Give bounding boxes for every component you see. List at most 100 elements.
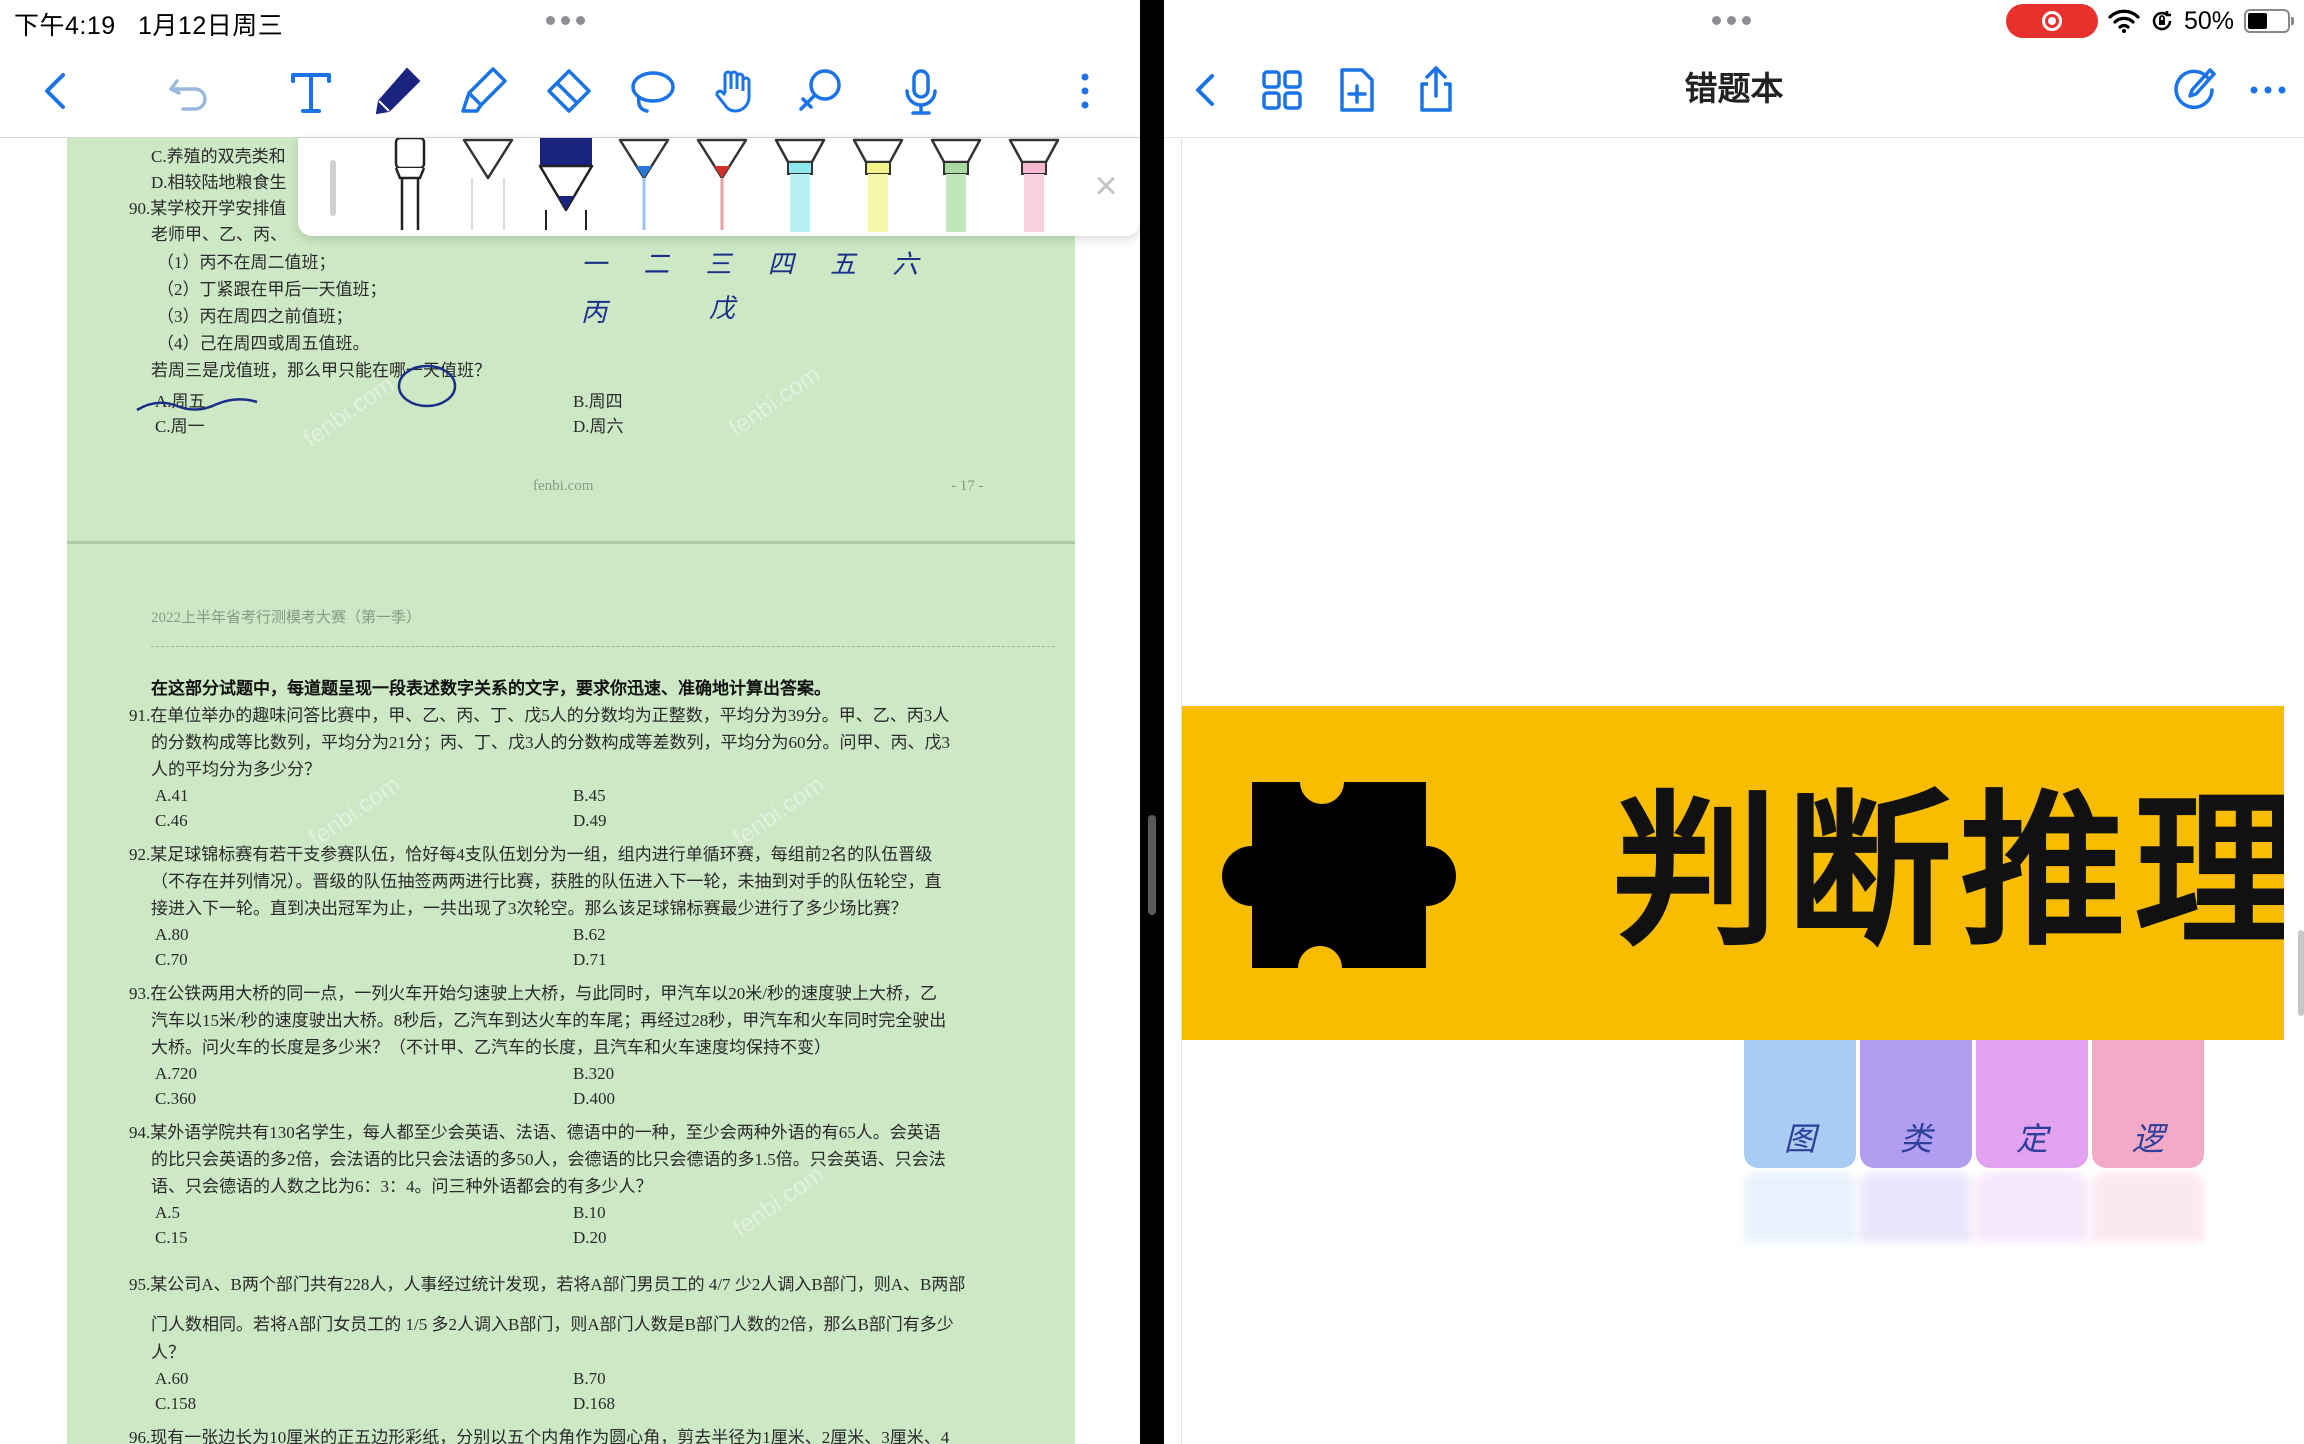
watermark: fenbi.com bbox=[728, 1160, 830, 1243]
tab-reflection bbox=[2092, 1172, 2204, 1242]
handwritten-note: 丙 bbox=[581, 298, 608, 328]
highlighter-icon[interactable] bbox=[450, 58, 516, 124]
divider-handle[interactable] bbox=[1148, 815, 1156, 915]
orientation-lock-icon bbox=[2152, 11, 2172, 31]
battery-icon bbox=[2244, 9, 2294, 33]
tab-dingyi[interactable]: 定 bbox=[1976, 1040, 2088, 1168]
shape-tool-icon[interactable] bbox=[786, 58, 852, 124]
option-c: C.46 bbox=[155, 811, 188, 830]
highlighter-cyan-icon[interactable] bbox=[772, 138, 828, 232]
header-rule bbox=[151, 646, 1055, 647]
option-a: A.720 bbox=[155, 1064, 198, 1083]
option-a: A.41 bbox=[155, 786, 189, 805]
close-icon[interactable]: × bbox=[1084, 164, 1128, 208]
question-line: （不存在并列情况）。晋级的队伍抽签两两进行比赛，获胜的队伍进入下一轮，未抽到对手… bbox=[151, 872, 942, 891]
scrollbar[interactable] bbox=[2298, 930, 2304, 1016]
tab-label: 逻 bbox=[2131, 1120, 2164, 1158]
tab-reflection bbox=[1860, 1172, 1972, 1242]
undo-icon[interactable] bbox=[156, 58, 222, 124]
option-b: B.320 bbox=[573, 1064, 615, 1083]
annotation-toolbar bbox=[0, 44, 1140, 138]
section-intro: 在这部分试题中，每道题呈现一段表述数字关系的文字，要求你迅速、准确地计算出答案。 bbox=[151, 679, 831, 698]
pen-fountain-icon[interactable] bbox=[382, 138, 438, 232]
eraser-icon[interactable] bbox=[534, 58, 600, 124]
palette-drag-handle[interactable] bbox=[330, 160, 336, 216]
question-line: 语、只会德语的人数之比为6：3：4。问三种外语都会的有多少人？ bbox=[151, 1177, 653, 1196]
notebook-navbar: 错题本 bbox=[1164, 44, 2304, 138]
pen-red-icon[interactable] bbox=[694, 138, 750, 232]
option-d: D.49 bbox=[573, 811, 607, 830]
handwritten-weekdays: 一 二 三 四 五 六 bbox=[581, 250, 933, 280]
microphone-icon[interactable] bbox=[888, 58, 954, 124]
tab-luoji[interactable]: 逻 bbox=[2092, 1040, 2204, 1168]
option-b: B.45 bbox=[573, 786, 606, 805]
question-line: 91.在单位举办的趣味问答比赛中，甲、乙、丙、丁、戊5人的分数均为正整数，平均分… bbox=[129, 706, 950, 725]
tab-leibi[interactable]: 类 bbox=[1860, 1040, 1972, 1168]
pencil-edit-icon[interactable] bbox=[2164, 60, 2224, 120]
option-d: D.20 bbox=[573, 1228, 607, 1247]
option-a: A.60 bbox=[155, 1369, 189, 1388]
q90-option-d: D.周六 bbox=[573, 417, 624, 436]
record-icon bbox=[2041, 11, 2062, 31]
banner-title: 判断推理 bbox=[1612, 776, 2284, 969]
lasso-icon[interactable] bbox=[618, 58, 684, 124]
q89-option-c: C.养殖的双壳类和 bbox=[151, 147, 286, 166]
text-tool-icon[interactable] bbox=[278, 58, 344, 124]
puzzle-piece-icon bbox=[1222, 782, 1456, 968]
split-view-divider[interactable] bbox=[1140, 0, 1164, 1444]
option-b: B.62 bbox=[573, 925, 606, 944]
option-b: B.10 bbox=[573, 1203, 606, 1222]
multitasking-handle[interactable] bbox=[1712, 16, 1751, 25]
option-c: C.360 bbox=[155, 1089, 197, 1108]
left-app-pane: 下午4:19 1月12日周三 C.养殖的双壳类和 D.相较陆地粮食生 90.某学… bbox=[0, 0, 1140, 1444]
pen-tool-icon[interactable] bbox=[364, 58, 430, 124]
section-banner: 判断推理 bbox=[1182, 706, 2284, 1040]
highlighter-green-icon[interactable] bbox=[928, 138, 984, 232]
question-line: 人？ bbox=[151, 1343, 185, 1362]
page-footer-number: - 17 - bbox=[951, 478, 984, 494]
option-c: C.158 bbox=[155, 1394, 197, 1413]
question-line: 的比只会英语的多2倍，会法语的比只会法语的多50人，会德语的比只会德语的多1.5… bbox=[151, 1150, 946, 1169]
q90-line: （2）丁紧跟在甲后一天值班； bbox=[157, 280, 387, 299]
more-horizontal-icon[interactable] bbox=[2238, 60, 2298, 120]
pen-blue-icon[interactable] bbox=[616, 138, 672, 232]
tab-label: 图 bbox=[1783, 1120, 1816, 1158]
question-line: 93.在公铁两用大桥的同一点，一列火车开始匀速驶上大桥，与此同时，甲汽车以20米… bbox=[129, 984, 937, 1003]
back-icon[interactable] bbox=[24, 58, 90, 124]
q90-line: （1）丙不在周二值班； bbox=[157, 253, 336, 272]
option-b: B.70 bbox=[573, 1369, 606, 1388]
option-a: A.80 bbox=[155, 925, 189, 944]
tab-label: 类 bbox=[1899, 1120, 1932, 1158]
pen-palette: × bbox=[298, 138, 1140, 236]
wifi-icon bbox=[2108, 9, 2140, 33]
notebook-title: 错题本 bbox=[1684, 70, 1784, 107]
option-d: D.400 bbox=[573, 1089, 616, 1108]
question-line: 92.某足球锦标赛有若干支参赛队伍，恰好每4支队伍划分为一组，组内进行单循环赛，… bbox=[129, 845, 933, 864]
tab-label: 定 bbox=[2015, 1120, 2048, 1158]
pen-navy-icon[interactable] bbox=[538, 138, 594, 232]
more-vertical-icon[interactable] bbox=[1052, 58, 1118, 124]
notebook-page[interactable]: 判断推理 图 类 定 逻 bbox=[1182, 138, 2284, 1444]
pdf-page[interactable]: C.养殖的双壳类和 D.相较陆地粮食生 90.某学校开学安排值 老师甲、乙、丙、… bbox=[67, 138, 1075, 1444]
screen-recording-indicator[interactable] bbox=[2005, 4, 2098, 38]
multitasking-handle[interactable] bbox=[546, 16, 585, 25]
highlighter-yellow-icon[interactable] bbox=[850, 138, 906, 232]
q90-line: （3）丙在周四之前值班； bbox=[157, 307, 353, 326]
page-separator bbox=[67, 541, 1075, 544]
option-c: C.15 bbox=[155, 1228, 188, 1247]
battery-percentage: 50% bbox=[2183, 6, 2234, 35]
status-time: 下午4:19 1月12日周三 bbox=[14, 12, 284, 40]
tab-tuxing[interactable]: 图 bbox=[1744, 1040, 1856, 1168]
handwritten-note: 戊 bbox=[709, 294, 736, 324]
question-line: 汽车以15米/秒的速度驶出大桥。8秒后，乙汽车到达火车的车尾；再经过28秒，甲汽… bbox=[151, 1011, 947, 1030]
handwritten-ink-marks bbox=[136, 364, 457, 412]
question-line: 门人数相同。若将A部门女员工的 1/5 多2人调入B部门，则A部门人数是B部门人… bbox=[151, 1315, 954, 1334]
hand-tool-icon[interactable] bbox=[702, 58, 768, 124]
q90-line: 老师甲、乙、丙、 bbox=[151, 225, 287, 244]
document-viewport[interactable]: C.养殖的双壳类和 D.相较陆地粮食生 90.某学校开学安排值 老师甲、乙、丙、… bbox=[0, 138, 1140, 1444]
page-footer-site: fenbi.com bbox=[533, 478, 594, 494]
tab-reflection bbox=[1744, 1172, 1856, 1242]
highlighter-pink-icon[interactable] bbox=[1006, 138, 1062, 232]
pen-white-icon[interactable] bbox=[460, 138, 516, 232]
option-c: C.70 bbox=[155, 950, 188, 969]
